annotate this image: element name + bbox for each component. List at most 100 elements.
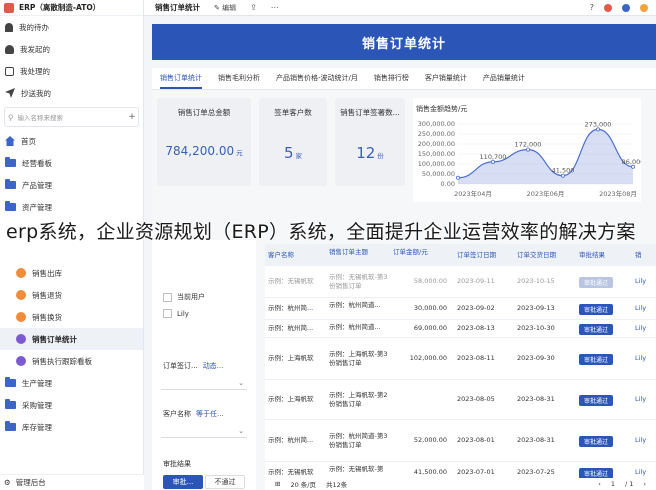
- tab-sales-ranking[interactable]: 销售排行榜: [374, 73, 409, 89]
- sidebar-search[interactable]: ⚲ 输入名称来搜索 +: [4, 107, 139, 127]
- kpi-title: 销售订单总金额: [177, 108, 231, 117]
- table-cell: 69,000.00: [413, 324, 447, 332]
- tab-price-fluctuation[interactable]: 产品销售价格-波动统计/月: [276, 73, 358, 89]
- admin-link[interactable]: ⚙ 管理后台: [0, 474, 144, 490]
- tab-product-sales[interactable]: 产品销量统计: [483, 73, 525, 89]
- sidebar-item-label: 产品管理: [22, 180, 52, 190]
- checkbox[interactable]: [163, 309, 172, 318]
- sidebar-item-sales-tracking[interactable]: 销售执行跟踪看板: [0, 350, 143, 372]
- filter-date-title: 订单签订...: [163, 362, 198, 370]
- table-cell: 102,000.00: [409, 354, 447, 362]
- status-badge: 审批通过: [579, 277, 613, 288]
- sidebar-item-todo[interactable]: 我的待办: [0, 16, 143, 38]
- first-page-icon[interactable]: ⊞: [275, 480, 280, 488]
- table-row[interactable]: 示例：上海帆软 示例：上海帆软-第3份销售订单 102,000.00 2023-08-…: [265, 338, 656, 380]
- tab-sales-order-stats[interactable]: 销售订单统计: [160, 73, 202, 89]
- filter-date-select[interactable]: ⌄: [161, 376, 247, 390]
- table-row[interactable]: 示例：杭州简... 示例：杭州简道... 69,000.00 2023-08-13 20…: [265, 320, 656, 338]
- filter-customer-label: 客户名称 等于任...: [163, 409, 224, 419]
- sidebar-item-dashboard[interactable]: 经营看板: [0, 152, 143, 174]
- column-header[interactable]: 客户名称: [268, 251, 294, 260]
- search-input[interactable]: 输入名称来搜索: [18, 112, 123, 122]
- notification-icon[interactable]: [604, 3, 612, 12]
- column-header[interactable]: 销售订单主题: [329, 248, 383, 257]
- chevron-down-icon: ⌄: [238, 378, 244, 387]
- orders-table: 客户名称 销售订单主题 订单金额/元 订单签订日期 订单交货日期 审批结果 销 …: [265, 244, 656, 478]
- column-header[interactable]: 订单交货日期: [517, 251, 556, 260]
- edit-button[interactable]: ✎ 编辑: [214, 3, 236, 13]
- kpi-title: 销售订单签署数...: [340, 108, 400, 117]
- filter-date-mode[interactable]: 动态...: [203, 362, 224, 370]
- column-header[interactable]: 订单签订日期: [457, 251, 496, 260]
- table-cell: Lily: [635, 354, 647, 362]
- column-header[interactable]: 订单金额/元: [393, 248, 443, 257]
- banner-title: 销售订单统计: [361, 36, 446, 52]
- table-cell: 示例：杭州简...: [268, 324, 314, 332]
- sidebar-item-label: 我发起的: [20, 44, 50, 54]
- table-cell: 2023-08-05: [457, 395, 495, 403]
- sidebar-item-label: 生产管理: [22, 378, 52, 388]
- status-badge: 审批通过: [579, 436, 613, 447]
- chart-icon: [16, 356, 26, 366]
- table-row[interactable]: 示例：杭州简... 示例：杭州简道... 30,000.00 2023-09-02 20…: [265, 298, 656, 320]
- column-header[interactable]: 销: [635, 251, 642, 260]
- app-header: ERP（离散制造-ATO）: [0, 0, 143, 16]
- sidebar-item-inventory[interactable]: 库存管理: [0, 416, 143, 438]
- help-icon[interactable]: ?: [590, 3, 594, 12]
- filter-date-label: 订单签订... 动态...: [163, 361, 223, 371]
- sidebar-item-label: 我处理的: [20, 66, 50, 76]
- filter-approval-reject[interactable]: 不通过: [205, 475, 245, 489]
- total-count: 共12条: [325, 481, 348, 489]
- sidebar-item-home[interactable]: 首页: [0, 130, 143, 152]
- filter-customer-mode[interactable]: 等于任...: [196, 410, 224, 418]
- sidebar-item-initiated[interactable]: 我发起的: [0, 38, 143, 60]
- sidebar-item-sales-exchange[interactable]: 销售换货: [0, 306, 143, 328]
- sidebar-item-production[interactable]: 生产管理: [0, 372, 143, 394]
- filter-approval-pass[interactable]: 审批...: [163, 475, 203, 489]
- sidebar-item-sales-order-stats[interactable]: 销售订单统计: [0, 328, 143, 350]
- y-tick-label: 50,000.00: [422, 170, 455, 178]
- x-tick-label: 2023年08月: [599, 189, 637, 198]
- table-cell: 示例：杭州简道-第3份销售订单: [329, 432, 388, 449]
- filter-option-lily[interactable]: Lily: [163, 309, 189, 318]
- table-row[interactable]: 示例：杭州简... 示例：杭州简道-第3份销售订单 52,000.00 2023-08…: [265, 420, 656, 462]
- column-header[interactable]: 审批结果: [579, 251, 605, 260]
- table-row[interactable]: 示例：无锡帆软 示例：无锡帆软-第 41,500.00 2023-07-01 2023-…: [265, 462, 656, 478]
- home-icon: [5, 136, 15, 146]
- sidebar-item-sales-return[interactable]: 销售退货: [0, 284, 143, 306]
- filter-panel: 当前用户 Lily 订单签订... 动态... ⌄ 客户名称 等于任... ⌄ 审批…: [152, 240, 256, 490]
- table-cell: Lily: [635, 436, 647, 444]
- table-header: 客户名称 销售订单主题 订单金额/元 订单签订日期 订单交货日期 审批结果 销: [265, 244, 656, 266]
- sidebar-item-assets[interactable]: 资产管理: [0, 196, 143, 218]
- table-cell: 2023-08-01: [457, 436, 495, 444]
- table-cell: 示例：杭州简道...: [329, 323, 381, 331]
- next-page-icon[interactable]: ›: [643, 480, 646, 488]
- table-row[interactable]: 示例：无锡帆软 示例：无锡帆软-第3份销售订单 58,000.00 2023-09-1…: [265, 266, 656, 298]
- more-icon[interactable]: ⋯: [271, 3, 279, 12]
- kpi-title: 签单客户数: [274, 108, 312, 117]
- table-cell: 2023-09-11: [457, 277, 495, 285]
- sidebar-item-handled[interactable]: 我处理的: [0, 60, 143, 82]
- sidebar-item-sales-out[interactable]: 销售出库: [0, 262, 143, 284]
- kpi-value: 784,200.00 元: [157, 144, 251, 158]
- y-tick-label: 300,000.00: [418, 120, 455, 128]
- filter-option-current-user[interactable]: 当前用户: [163, 292, 205, 302]
- add-icon[interactable]: +: [126, 112, 138, 122]
- message-icon[interactable]: [622, 3, 630, 12]
- folder-icon: [5, 179, 16, 189]
- checkbox[interactable]: [163, 292, 172, 302]
- sidebar-item-products[interactable]: 产品管理: [0, 174, 143, 196]
- prev-page-icon[interactable]: ‹: [598, 480, 601, 488]
- tab-customer-sales[interactable]: 客户销量统计: [425, 73, 467, 89]
- y-tick-label: 150,000.00: [418, 150, 455, 158]
- sidebar-item-purchase[interactable]: 采购管理: [0, 394, 143, 416]
- filter-customer-select[interactable]: ⌄: [161, 424, 247, 438]
- current-page[interactable]: 1: [611, 480, 615, 488]
- sidebar-item-cc[interactable]: 抄送我的: [0, 82, 143, 104]
- page-count: / 1: [624, 480, 634, 488]
- per-page-select[interactable]: 20 条/页: [290, 479, 316, 489]
- table-row[interactable]: 示例：上海帆软 示例：上海帆软-第2份销售订单 2023-08-05 2023-08-…: [265, 380, 656, 420]
- avatar[interactable]: [640, 3, 648, 12]
- tab-gross-profit[interactable]: 销售毛利分析: [218, 73, 260, 89]
- share-icon[interactable]: ⇪: [250, 3, 257, 12]
